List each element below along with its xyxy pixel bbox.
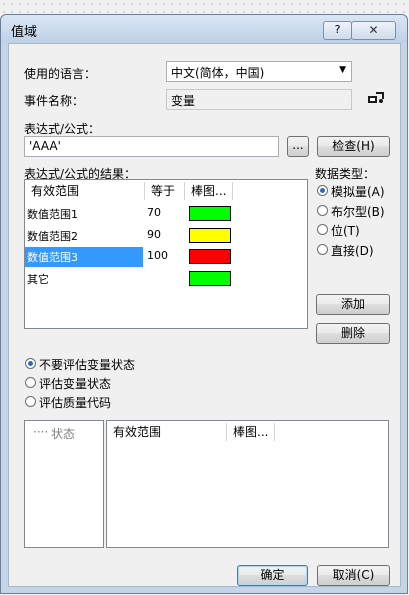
radio-bit[interactable] [317, 224, 328, 235]
column-header-equals[interactable]: 等于 [145, 182, 185, 200]
language-label: 使用的语言： [24, 67, 97, 81]
radio-eval-status[interactable] [25, 377, 36, 388]
radio-eval-status-label[interactable]: 评估变量状态 [39, 375, 111, 392]
tree-item-status[interactable]: 状态 [51, 425, 75, 442]
row-value: 70 [147, 206, 161, 219]
language-select[interactable]: 中文(简体，中国) ▼ [166, 61, 352, 82]
delete-button[interactable]: 删除 [316, 323, 390, 344]
color-swatch[interactable] [189, 249, 231, 264]
event-name-label: 事件名称： [24, 94, 85, 108]
expression-browse-button[interactable]: ... [287, 136, 309, 157]
background-dots [0, 0, 409, 14]
status-table[interactable]: 有效范围 棒图... [106, 420, 389, 548]
row-range-name: 其它 [27, 273, 49, 286]
radio-eval-quality[interactable] [25, 396, 36, 407]
table-row[interactable]: 数值范围2 90 [25, 226, 307, 246]
expression-value: 'AAA' [29, 139, 61, 153]
event-name-field: 变量 [166, 89, 352, 110]
dialog-window: 值域 ? ✕ 使用的语言： 中文(简体，中国) ▼ 事件名称： 变量 表达式/公… [0, 14, 408, 594]
radio-analog[interactable] [317, 185, 328, 196]
column-header-range[interactable]: 有效范围 [25, 182, 145, 200]
radio-analog-label[interactable]: 模拟量(A) [331, 183, 385, 200]
ok-button[interactable]: 确定 [237, 565, 308, 586]
table-row[interactable]: 其它 [25, 269, 307, 289]
table-row[interactable]: 数值范围1 70 [25, 204, 307, 224]
tree-connector: ···· [33, 425, 49, 439]
column-header-bargraph[interactable]: 棒图... [185, 182, 233, 200]
row-value: 90 [147, 228, 161, 241]
radio-direct[interactable] [317, 244, 328, 255]
table-row-selected[interactable]: 数值范围3 100 [25, 247, 307, 267]
row-range-name: 数值范围2 [27, 230, 78, 243]
expression-input[interactable]: 'AAA' [24, 136, 279, 157]
language-value: 中文(简体，中国) [171, 66, 265, 80]
row-range-name: 数值范围3 [27, 251, 78, 264]
radio-eval-quality-label[interactable]: 评估质量代码 [39, 394, 111, 411]
expression-label: 表达式/公式： [24, 122, 101, 136]
status-tree[interactable]: ···· 状态 [24, 420, 104, 548]
title-bar[interactable]: 值域 ? ✕ [1, 15, 407, 43]
event-name-value: 变量 [171, 94, 196, 108]
results-table[interactable]: 有效范围 等于 棒图... 数值范围1 70 数值范围2 90 数值范围3 10… [24, 179, 308, 329]
color-swatch[interactable] [189, 228, 231, 243]
color-swatch[interactable] [189, 271, 231, 286]
radio-boolean[interactable] [317, 205, 328, 216]
check-button[interactable]: 检查(H) [317, 136, 390, 157]
variable-browse-icon[interactable] [367, 90, 385, 106]
radio-no-eval-label[interactable]: 不要评估变量状态 [39, 356, 135, 373]
add-button[interactable]: 添加 [316, 294, 390, 315]
row-value: 100 [147, 249, 168, 262]
row-range-name: 数值范围1 [27, 208, 78, 221]
radio-no-eval[interactable] [25, 358, 36, 369]
radio-direct-label[interactable]: 直接(D) [331, 242, 374, 259]
data-type-label: 数据类型： [315, 167, 376, 181]
close-button[interactable]: ✕ [351, 21, 396, 40]
help-button[interactable]: ? [323, 21, 352, 40]
dialog-body: 使用的语言： 中文(简体，中国) ▼ 事件名称： 变量 表达式/公式： 'AAA… [8, 43, 401, 587]
radio-boolean-label[interactable]: 布尔型(B) [331, 203, 385, 220]
window-title: 值域 [11, 25, 38, 40]
chevron-down-icon[interactable]: ▼ [339, 65, 346, 75]
column-header-bargraph[interactable]: 棒图... [227, 423, 275, 441]
column-header-range[interactable]: 有效范围 [107, 423, 227, 441]
color-swatch[interactable] [189, 206, 231, 221]
radio-bit-label[interactable]: 位(T) [331, 222, 360, 239]
cancel-button[interactable]: 取消(C) [317, 565, 390, 586]
